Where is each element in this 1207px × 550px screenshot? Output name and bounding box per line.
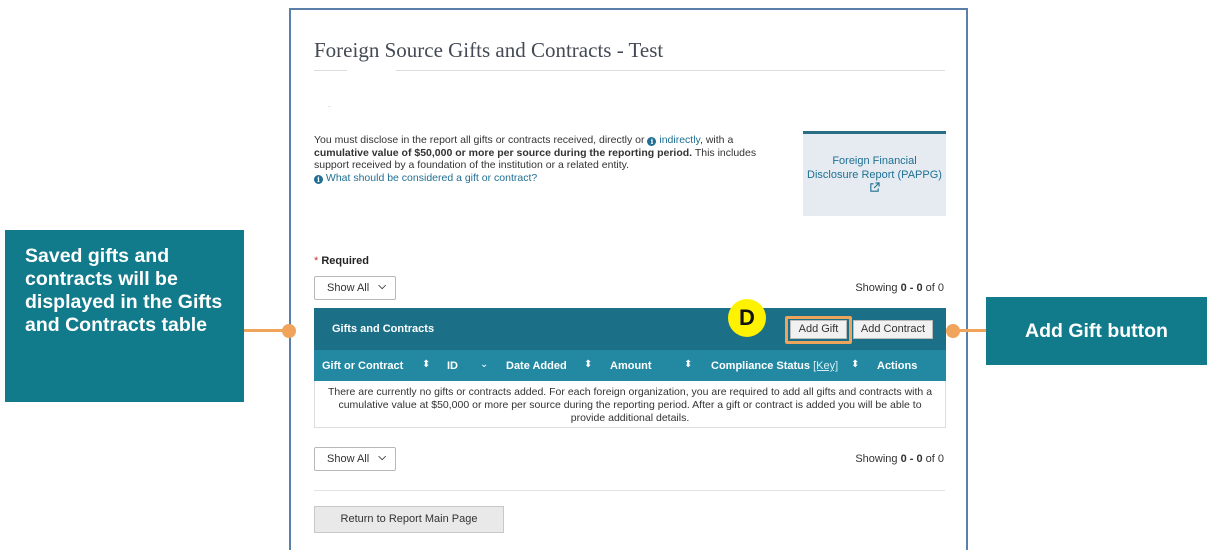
chevron-down-icon: ⌵ (378, 452, 386, 463)
callout-dot-left (282, 324, 296, 338)
spacer-mark (328, 106, 331, 107)
required-label: * Required (314, 255, 369, 267)
pappg-link-line1: Foreign Financial (832, 155, 917, 167)
sort-icon[interactable]: ⬍ (584, 359, 592, 370)
sort-icon[interactable]: ⬍ (422, 359, 430, 370)
pappg-report-link[interactable]: Foreign Financial Disclosure Report (PAP… (803, 131, 946, 216)
add-gift-button[interactable]: Add Gift (790, 320, 847, 339)
showing-count-bottom: Showing 0 - 0 of 0 (855, 453, 944, 465)
filter-select-top-value: Show All (327, 282, 370, 294)
info-icon: i (314, 174, 323, 184)
report-panel: Foreign Source Gifts and Contracts - Tes… (289, 8, 968, 550)
title-divider (314, 70, 945, 71)
filter-select-bottom-value: Show All (327, 453, 370, 465)
sort-descending-icon[interactable]: ⌄ (480, 359, 488, 370)
page-title: Foreign Source Gifts and Contracts - Tes… (314, 38, 664, 62)
required-text: Required (321, 255, 370, 267)
title-divider-gap (347, 69, 396, 72)
showing-range: 0 - 0 (900, 282, 923, 294)
callout-add-gift: Add Gift button (986, 297, 1207, 365)
showing-prefix: Showing (855, 453, 901, 465)
table-title: Gifts and Contracts (332, 323, 435, 335)
sort-icon[interactable]: ⬍ (684, 359, 692, 370)
showing-prefix: Showing (855, 282, 901, 294)
external-link-icon (869, 182, 880, 197)
col-actions: Actions (877, 360, 918, 372)
disclosure-bold-text: cumulative value of $50,000 or more per … (314, 146, 693, 159)
key-link[interactable]: [Key] (813, 360, 838, 372)
showing-suffix: of 0 (922, 453, 944, 465)
col-id[interactable]: ID (447, 360, 458, 372)
filter-select-bottom[interactable]: Show All ⌵ (314, 447, 396, 471)
gift-or-contract-help-link[interactable]: What should be considered a gift or cont… (326, 172, 537, 184)
compliance-status-label: Compliance Status (711, 360, 811, 372)
return-to-main-button[interactable]: Return to Report Main Page (314, 506, 504, 533)
add-contract-button[interactable]: Add Contract (853, 320, 933, 339)
pappg-link-line2: Disclosure Report (PAPPG) (807, 169, 942, 181)
chevron-down-icon: ⌵ (378, 281, 386, 292)
filter-select-top[interactable]: Show All ⌵ (314, 276, 396, 300)
showing-suffix: of 0 (922, 282, 944, 294)
disclosure-text-part2: , with a (700, 134, 734, 146)
gifts-contracts-table: Gifts and Contracts D Add Gift Add Contr… (314, 299, 946, 428)
showing-range: 0 - 0 (900, 453, 923, 465)
required-star: * (314, 255, 319, 267)
disclosure-text-part1: You must disclose in the report all gift… (314, 134, 648, 146)
table-header-bar: Gifts and Contracts D Add Gift Add Contr… (314, 299, 946, 350)
showing-count-top: Showing 0 - 0 of 0 (855, 282, 944, 294)
col-amount[interactable]: Amount (610, 360, 652, 372)
callout-gifts-table: Saved gifts and contracts will be displa… (5, 230, 244, 402)
step-badge: D (728, 299, 766, 337)
table-column-headers: Gift or Contract ⬍ ID ⌄ Date Added ⬍ Amo… (314, 350, 946, 381)
info-icon: i (647, 137, 657, 146)
col-date-added[interactable]: Date Added (506, 360, 567, 372)
callout-dot-right (946, 324, 960, 338)
sort-icon[interactable]: ⬍ (851, 359, 859, 370)
col-compliance-status[interactable]: Compliance Status [Key] (711, 360, 838, 372)
empty-table-message: There are currently no gifts or contract… (314, 381, 946, 428)
disclosure-text: You must disclose in the report all gift… (314, 134, 784, 184)
col-gift-or-contract[interactable]: Gift or Contract (322, 360, 403, 372)
footer-divider (314, 490, 945, 491)
indirectly-link[interactable]: indirectly (659, 134, 700, 146)
